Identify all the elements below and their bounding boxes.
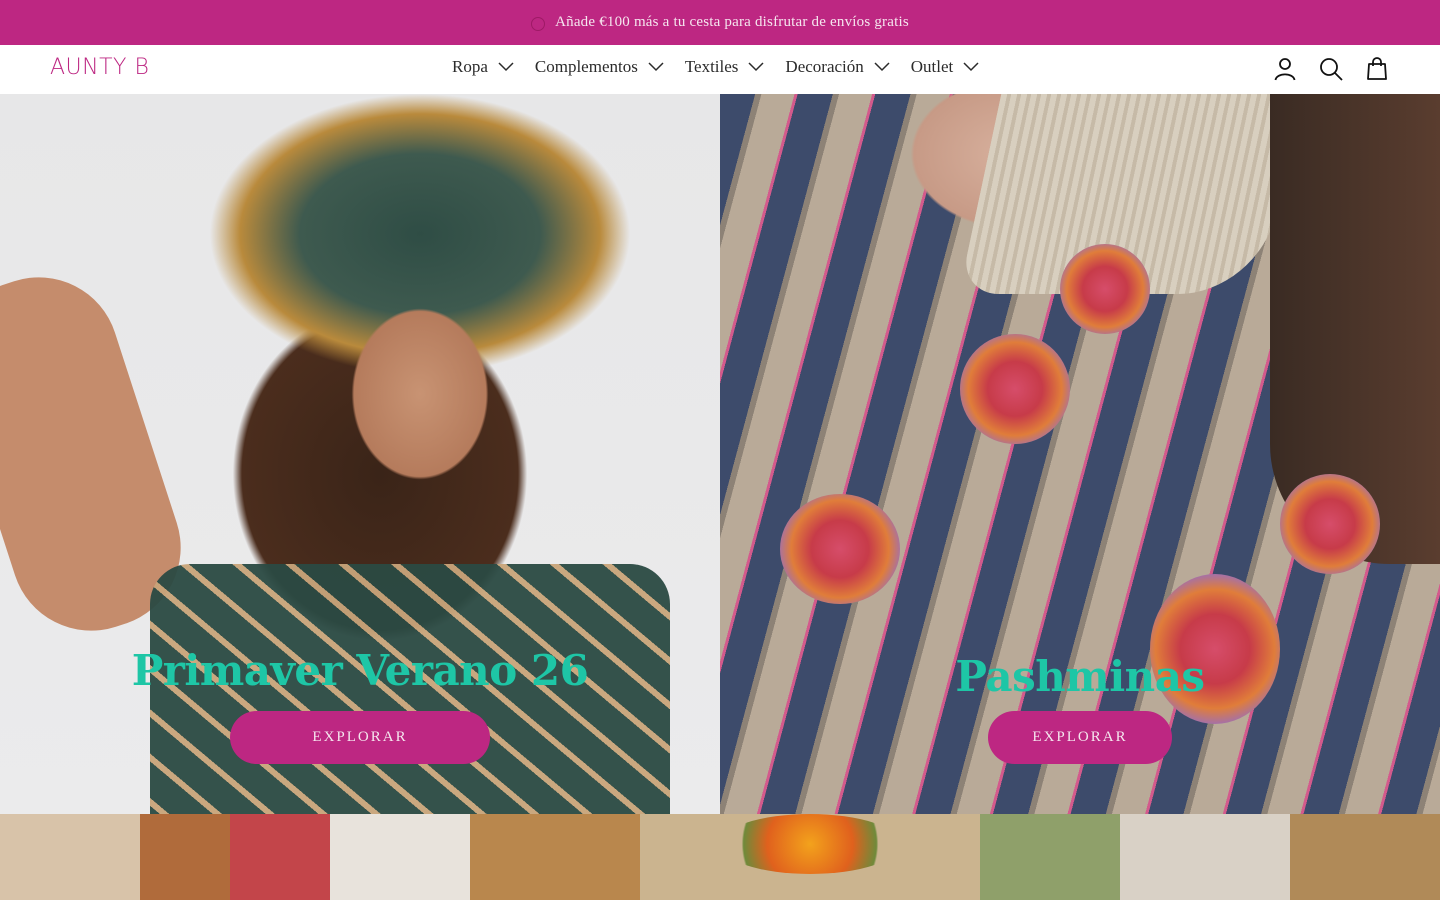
chevron-down-icon bbox=[648, 62, 664, 72]
hero-image-flower bbox=[960, 334, 1070, 444]
site-header: AUNTY B Ropa Complementos Textiles Decor… bbox=[0, 45, 1440, 94]
nav-item-label: Outlet bbox=[910, 57, 954, 76]
chevron-down-icon bbox=[874, 62, 890, 72]
hero-title: Pashminas bbox=[955, 652, 1205, 701]
nav-item-label: Ropa bbox=[452, 57, 488, 76]
nav-item-ropa[interactable]: Ropa bbox=[452, 57, 514, 77]
nav-item-label: Decoración bbox=[785, 57, 864, 76]
hero-image-flower bbox=[1280, 474, 1380, 574]
announcement-dot-icon bbox=[531, 17, 546, 31]
chevron-down-icon bbox=[498, 62, 514, 72]
explore-button[interactable]: EXPLORAR bbox=[230, 711, 490, 764]
hero-title: Primaver Verano 26 bbox=[131, 646, 589, 695]
brand-logo[interactable]: AUNTY B bbox=[50, 55, 149, 80]
announcement-bar: Añade €100 más a tu cesta para disfrutar… bbox=[0, 0, 1440, 45]
hero-image-flower bbox=[1150, 574, 1280, 724]
nav-item-label: Textiles bbox=[684, 57, 739, 76]
nav-item-label: Complementos bbox=[534, 57, 638, 76]
hero-section: Primaver Verano 26 EXPLORAR Pashminas EX… bbox=[0, 94, 1440, 814]
flower-bouquet-image bbox=[720, 814, 900, 874]
search-icon[interactable] bbox=[1318, 56, 1344, 82]
nav-item-decoracion[interactable]: Decoración bbox=[785, 57, 890, 77]
chevron-down-icon bbox=[963, 62, 979, 72]
announcement-text: Añade €100 más a tu cesta para disfrutar… bbox=[555, 14, 909, 30]
account-icon[interactable] bbox=[1272, 56, 1298, 82]
nav-item-outlet[interactable]: Outlet bbox=[911, 57, 980, 77]
hero-panel-pashminas[interactable]: Pashminas EXPLORAR bbox=[720, 94, 1440, 814]
chevron-down-icon bbox=[748, 62, 764, 72]
nav-item-textiles[interactable]: Textiles bbox=[685, 57, 765, 77]
hero-image-flower bbox=[1060, 244, 1150, 334]
decor-banner-image[interactable] bbox=[0, 814, 1440, 900]
nav-item-complementos[interactable]: Complementos bbox=[535, 57, 664, 77]
main-nav: Ropa Complementos Textiles Decoración Ou… bbox=[452, 45, 1000, 89]
header-actions bbox=[1272, 56, 1390, 82]
hero-image-flower bbox=[780, 494, 900, 604]
cart-icon[interactable] bbox=[1364, 56, 1390, 82]
explore-button[interactable]: EXPLORAR bbox=[988, 711, 1172, 764]
hero-panel-spring-summer[interactable]: Primaver Verano 26 EXPLORAR bbox=[0, 94, 720, 814]
